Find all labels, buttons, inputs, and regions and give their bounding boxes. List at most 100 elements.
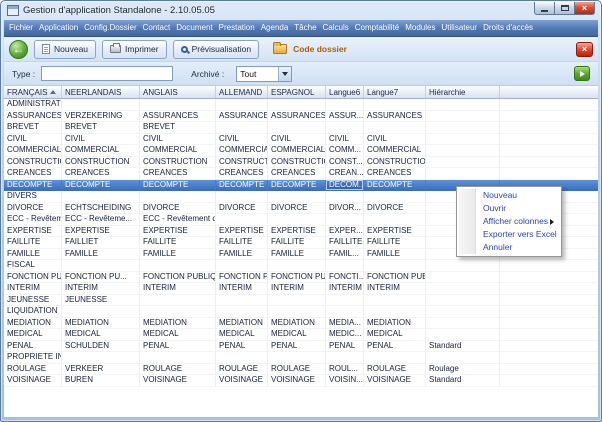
column-header-anglais[interactable]: ANGLAIS (140, 86, 216, 98)
table-cell[interactable]: CREAN... (326, 168, 364, 180)
table-cell[interactable] (426, 295, 500, 307)
table-cell[interactable]: DECOMPTE (4, 180, 62, 192)
table-cell[interactable]: MEDICAL (364, 329, 426, 341)
table-row[interactable]: PROPRIETE INT... (4, 352, 598, 364)
table-cell[interactable] (426, 260, 500, 272)
table-cell[interactable]: VERZEKERING (62, 111, 140, 123)
table-cell[interactable]: CREANCES (4, 168, 62, 180)
table-cell[interactable]: CIVIL (216, 134, 268, 146)
table-cell[interactable]: BUREN (62, 375, 140, 387)
table-cell[interactable] (426, 122, 500, 134)
menu-t-che[interactable]: Tâche (291, 20, 319, 36)
table-cell[interactable]: CREANCES (140, 168, 216, 180)
menu-utilisateur[interactable]: Utilisateur (438, 20, 480, 36)
table-cell[interactable]: FAMILLE (140, 249, 216, 261)
table-row[interactable]: CREANCESCREANCESCREANCESCREANCESCREANCES… (4, 168, 598, 180)
table-cell[interactable]: DIVOR... (326, 203, 364, 215)
table-cell[interactable]: BREVET (4, 122, 62, 134)
table-cell[interactable]: SCHULDEN (62, 341, 140, 353)
table-cell[interactable] (62, 191, 140, 203)
table-cell[interactable] (326, 191, 364, 203)
table-cell[interactable] (216, 122, 268, 134)
table-cell[interactable]: ADMINISTRATION (4, 99, 62, 111)
table-cell[interactable]: DIVERS (4, 191, 62, 203)
table-cell[interactable]: FAMILLE (268, 249, 326, 261)
table-cell[interactable]: ASSURANCES (268, 111, 326, 123)
table-cell[interactable]: VOISINAGE (140, 375, 216, 387)
table-cell[interactable]: FISCAL (4, 260, 62, 272)
table-cell[interactable]: FAILLITE (364, 237, 426, 249)
table-cell[interactable]: MEDIATION (268, 318, 326, 330)
menu-application[interactable]: Application (36, 20, 81, 36)
table-row[interactable]: MEDIATIONMEDIATIONMEDIATIONMEDIATIONMEDI… (4, 318, 598, 330)
table-cell[interactable]: COMMERCIAL (268, 145, 326, 157)
table-cell[interactable] (426, 157, 500, 169)
table-cell[interactable]: FAMILLE (62, 249, 140, 261)
table-cell[interactable]: ECC - Revêtement de... (140, 214, 216, 226)
column-header-neerlandais[interactable]: NEERLANDAIS (62, 86, 140, 98)
table-cell[interactable]: MEDICAL (268, 329, 326, 341)
archive-select[interactable]: Tout (236, 66, 292, 82)
table-cell[interactable]: DECOMPTE (62, 180, 140, 192)
table-cell[interactable]: CIVIL (326, 134, 364, 146)
table-cell[interactable]: MEDICAL (216, 329, 268, 341)
table-cell[interactable] (216, 306, 268, 318)
column-header-langue6[interactable]: Langue6 (326, 86, 364, 98)
column-header-allemand[interactable]: ALLEMAND (216, 86, 268, 98)
table-cell[interactable]: PENAL (4, 341, 62, 353)
table-cell[interactable] (140, 306, 216, 318)
table-row[interactable]: ROULAGEVERKEERROULAGEROULAGEROULAGEROUL.… (4, 364, 598, 376)
table-cell[interactable] (326, 99, 364, 111)
table-cell[interactable] (216, 260, 268, 272)
table-cell[interactable]: FONCTI... (326, 272, 364, 284)
table-cell[interactable]: INTERIM (326, 283, 364, 295)
table-cell[interactable] (216, 352, 268, 364)
table-row[interactable]: ASSURANCESVERZEKERINGASSURANCESASSURANCE… (4, 111, 598, 123)
table-cell[interactable]: INTERIM (216, 283, 268, 295)
back-button[interactable]: ← (9, 40, 28, 59)
table-cell[interactable]: MEDIC... (326, 329, 364, 341)
table-cell[interactable]: CONSTRUCTION (62, 157, 140, 169)
table-cell[interactable]: MEDIATION (4, 318, 62, 330)
table-cell[interactable] (216, 191, 268, 203)
table-cell[interactable]: Standard (426, 375, 500, 387)
table-cell[interactable] (326, 260, 364, 272)
table-cell[interactable]: CIVIL (62, 134, 140, 146)
table-cell[interactable]: FONCTION PU... (62, 272, 140, 284)
table-cell[interactable] (140, 191, 216, 203)
table-cell[interactable]: BREVET (140, 122, 216, 134)
table-cell[interactable] (426, 111, 500, 123)
table-cell[interactable]: JEUNESSE (62, 295, 140, 307)
table-cell[interactable]: ASSURANCES (216, 111, 268, 123)
table-row[interactable]: BREVETBREVETBREVET (4, 122, 598, 134)
table-cell[interactable]: PENAL (268, 341, 326, 353)
table-cell[interactable]: MEDIATION (62, 318, 140, 330)
table-cell[interactable]: INTERIM (268, 283, 326, 295)
context-menu-item-ouvrir[interactable]: Ouvrir (459, 202, 559, 215)
table-cell[interactable]: FAILLITE (140, 237, 216, 249)
table-cell[interactable]: EXPERTISE (364, 226, 426, 238)
table-cell[interactable]: EXPER... (326, 226, 364, 238)
table-cell[interactable] (426, 329, 500, 341)
table-cell[interactable] (140, 260, 216, 272)
table-cell[interactable] (426, 145, 500, 157)
new-button[interactable]: Nouveau (34, 40, 96, 59)
table-cell[interactable] (364, 191, 426, 203)
table-cell[interactable]: PENAL (216, 341, 268, 353)
table-cell[interactable]: DECOMPTE (268, 180, 326, 192)
table-cell[interactable]: MEDIATION (216, 318, 268, 330)
table-cell[interactable]: CIVIL (140, 134, 216, 146)
print-button[interactable]: Imprimer (102, 40, 167, 59)
table-cell[interactable]: VERKEER (62, 364, 140, 376)
table-cell[interactable]: ASSURANCES (364, 111, 426, 123)
menu-agenda[interactable]: Agenda (258, 20, 292, 36)
table-cell[interactable]: BREVET (62, 122, 140, 134)
exit-button[interactable]: × (576, 42, 593, 57)
table-row[interactable]: CIVILCIVILCIVILCIVILCIVILCIVILCIVIL (4, 134, 598, 146)
table-cell[interactable] (268, 352, 326, 364)
table-cell[interactable] (268, 214, 326, 226)
table-cell[interactable] (140, 99, 216, 111)
table-cell[interactable]: INTERIM (364, 283, 426, 295)
table-cell[interactable]: COMMERCIAL (62, 145, 140, 157)
type-input[interactable] (41, 66, 173, 81)
